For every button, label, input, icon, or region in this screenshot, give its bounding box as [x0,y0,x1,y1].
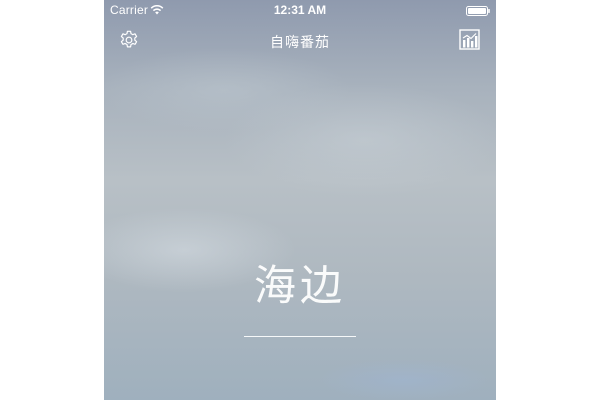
nav-bar: 自嗨番茄 [104,20,496,64]
battery-icon [466,5,490,16]
statistics-button[interactable] [459,29,480,50]
status-bar: Carrier 12:31 AM [104,0,496,20]
page-title: 自嗨番茄 [270,35,330,51]
scene-label-underline [244,336,356,337]
bar-chart-icon [459,29,480,50]
app-screen: Carrier 12:31 AM 自嗨番茄 海边 [104,0,496,400]
status-time: 12:31 AM [273,3,327,17]
scene-label[interactable]: 海边 [104,252,496,313]
